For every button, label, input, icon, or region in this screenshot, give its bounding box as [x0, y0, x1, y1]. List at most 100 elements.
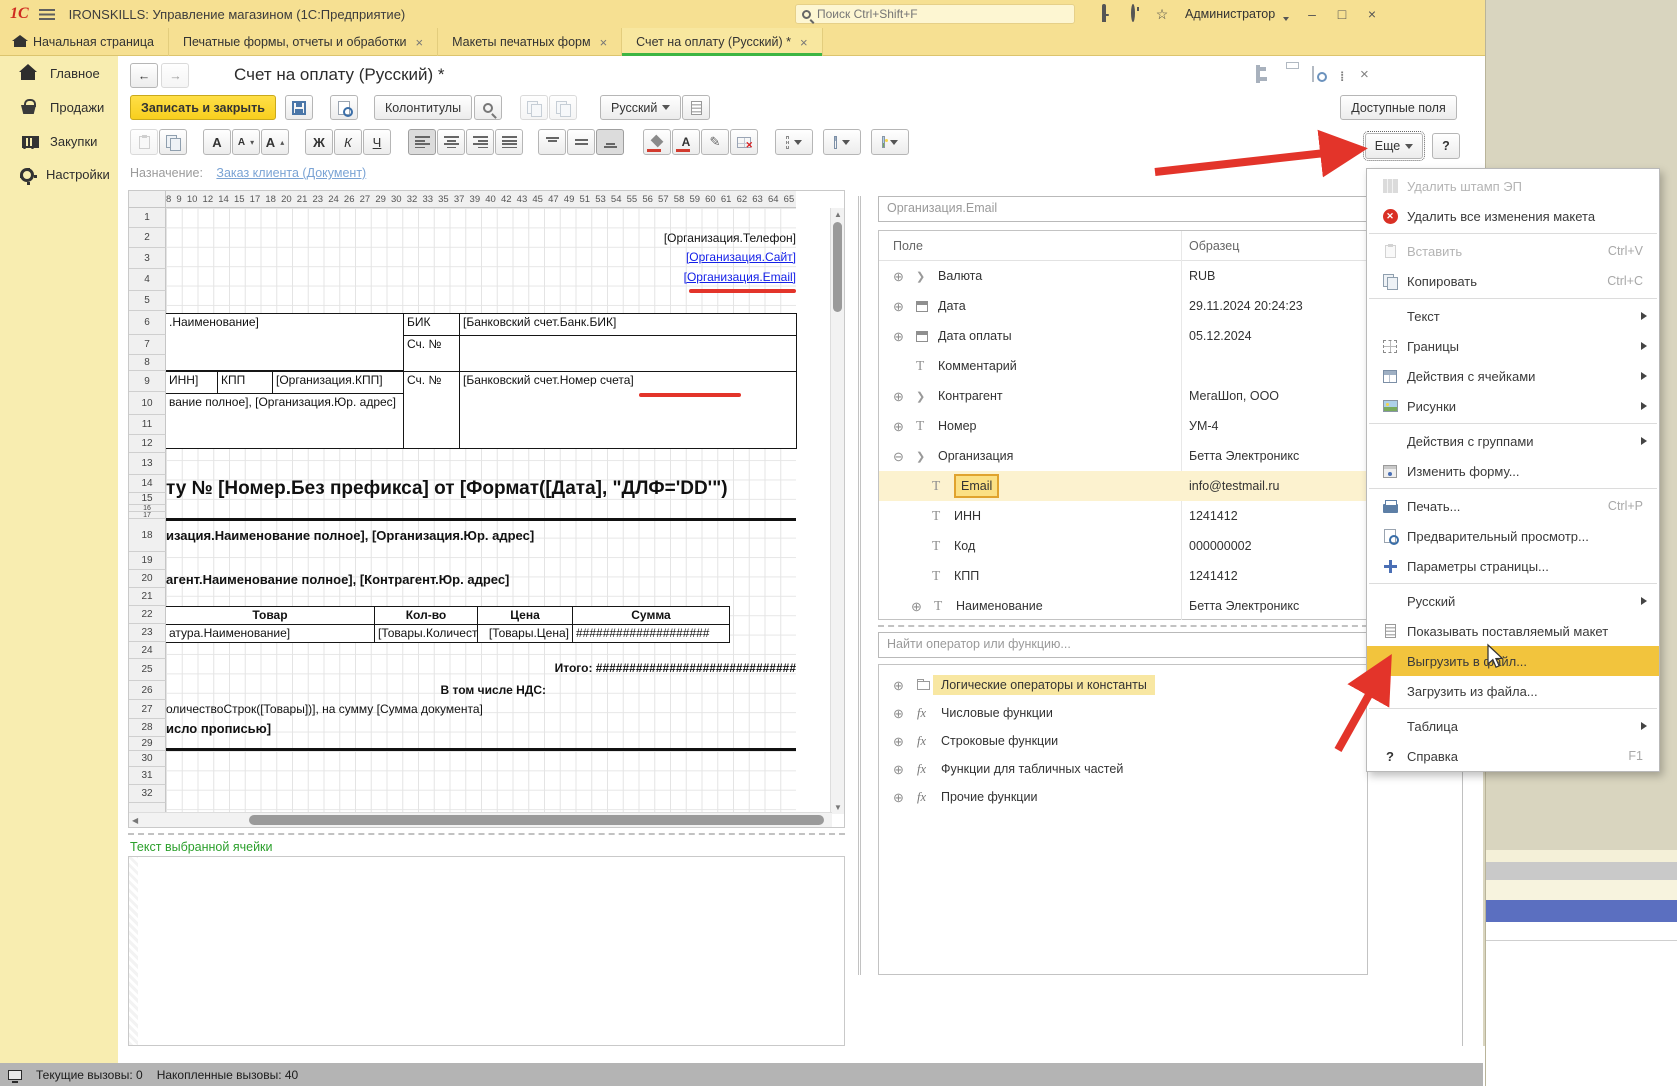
- search-input[interactable]: [817, 7, 1047, 21]
- function-label[interactable]: Логические операторы и константы: [933, 675, 1155, 695]
- field-row-Наименование[interactable]: ⊕TНаименованиеБетта Электроникс: [879, 591, 1367, 621]
- expand-icon[interactable]: ⊕: [893, 763, 904, 776]
- fill-color-icon[interactable]: [643, 129, 671, 155]
- copy-style-button[interactable]: [520, 95, 548, 120]
- menu-item-изменить-форму-[interactable]: Изменить форму...: [1367, 456, 1659, 486]
- expand-icon[interactable]: ⊕: [893, 330, 904, 343]
- sheet-cell-site[interactable]: [Организация.Сайт]: [529, 250, 796, 266]
- collapse-icon[interactable]: ⊖: [893, 450, 904, 463]
- function-search-input[interactable]: Найти оператор или функцию...: [878, 632, 1368, 658]
- field-label[interactable]: Комментарий: [938, 359, 1017, 373]
- bold-button[interactable]: Ж: [305, 129, 333, 155]
- spreadsheet-editor[interactable]: 8 9 10 12 14 15 17 18 20 21 23 24 26 27 …: [128, 190, 845, 828]
- user-name[interactable]: Администратор: [1185, 7, 1275, 21]
- menu-item-предварительный-просмотр-[interactable]: Предварительный просмотр...: [1367, 521, 1659, 551]
- menu-item-копировать[interactable]: КопироватьCtrl+C: [1367, 266, 1659, 296]
- sheet-cell-acc_value[interactable]: [Банковский счет.Номер счета]: [459, 371, 797, 449]
- menu-item-удалить-все-изменения-макета[interactable]: ✕Удалить все изменения макета: [1367, 201, 1659, 231]
- headers-footers-button[interactable]: Колонтитулы: [374, 95, 472, 120]
- menu-item-выгрузить-в-файл-[interactable]: Выгрузить в файл...: [1367, 646, 1659, 676]
- sheet-cell-phone[interactable]: [Организация.Телефон]: [529, 231, 796, 247]
- field-path-input[interactable]: Организация.Email: [878, 196, 1368, 222]
- sheet-cell-doc_title[interactable]: ту № [Номер.Без префикса] от [Формат([Да…: [166, 478, 796, 506]
- sheet-cell-empty[interactable]: [459, 335, 797, 372]
- sheet-cell-h_product[interactable]: Товар: [166, 606, 375, 625]
- field-row-Код[interactable]: TКод000000002: [879, 531, 1367, 561]
- form-more-dots-icon[interactable]: ⁞: [1340, 69, 1360, 87]
- field-label[interactable]: Дата: [938, 299, 966, 313]
- sheet-cell-h_sum[interactable]: Сумма: [572, 606, 730, 625]
- field-row-Дата[interactable]: ⊕Дата29.11.2024 20:24:23: [879, 291, 1367, 321]
- tab-4[interactable]: Счет на оплату (Русский) *×: [622, 28, 822, 56]
- function-label[interactable]: Строковые функции: [941, 734, 1058, 748]
- sidebar-item-2[interactable]: Продажи: [0, 90, 118, 124]
- splitter-horizontal[interactable]: [128, 833, 845, 835]
- expand-icon[interactable]: ⊕: [893, 735, 904, 748]
- sheet-cell-sch2[interactable]: Сч. №: [403, 371, 460, 449]
- field-label[interactable]: Номер: [938, 419, 976, 433]
- sheet-cell-email[interactable]: [Организация.Email]: [529, 270, 796, 286]
- menu-item-параметры-страницы-[interactable]: Параметры страницы...: [1367, 551, 1659, 581]
- language-select[interactable]: Русский: [600, 95, 681, 120]
- form-preview-icon[interactable]: [1312, 67, 1332, 85]
- sheet-cell-name[interactable]: .Наименование]: [166, 313, 404, 371]
- field-row-Email[interactable]: TEmailinfo@testmail.ru: [879, 471, 1367, 501]
- sheet-cell-words[interactable]: исло прописью]: [166, 721, 566, 739]
- field-row-Контрагент[interactable]: ⊕❯КонтрагентМегаШоп, ООО: [879, 381, 1367, 411]
- menu-item-загрузить-из-файла-[interactable]: Загрузить из файла...: [1367, 676, 1659, 706]
- function-label[interactable]: Числовые функции: [941, 706, 1053, 720]
- expand-icon[interactable]: ⊕: [893, 420, 904, 433]
- field-row-Номер[interactable]: ⊕TНомерУМ-4: [879, 411, 1367, 441]
- menu-item-русский[interactable]: Русский: [1367, 586, 1659, 616]
- font-button[interactable]: А: [203, 129, 231, 155]
- nav-back-button[interactable]: ←: [130, 63, 158, 88]
- sheet-cell-h_qty[interactable]: Кол-во: [374, 606, 478, 625]
- preview-button[interactable]: [330, 95, 358, 120]
- sheet-cell-total[interactable]: Итого: ##############################: [389, 661, 796, 678]
- purpose-link[interactable]: Заказ клиента (Документ): [216, 166, 366, 180]
- sidebar-item-3[interactable]: Закупки: [0, 124, 118, 158]
- favorites-icon[interactable]: ☆: [1153, 6, 1171, 22]
- field-row-Комментарий[interactable]: TКомментарий: [879, 351, 1367, 381]
- field-label[interactable]: ИНН: [954, 509, 981, 523]
- tab-2[interactable]: Печатные формы, отчеты и обработки×: [169, 28, 438, 56]
- sheet-cell-kpp[interactable]: КПП: [217, 371, 273, 394]
- sheet-cell-sch[interactable]: Сч. №: [403, 335, 460, 372]
- field-label[interactable]: Наименование: [956, 599, 1043, 613]
- function-row-2[interactable]: ⊕fxЧисловые функции: [879, 699, 1367, 727]
- hamburger-menu-icon[interactable]: [39, 9, 55, 20]
- sheet-horizontal-scrollbar[interactable]: ◀: [129, 812, 832, 827]
- sheet-cell-bik_label[interactable]: БИК: [403, 313, 460, 336]
- horizontal-scroll-thumb[interactable]: [249, 815, 824, 825]
- global-search[interactable]: [795, 4, 1075, 24]
- font-smaller-button[interactable]: А▾: [232, 129, 260, 155]
- expand-icon[interactable]: ⊕: [893, 270, 904, 283]
- valign-bottom-icon[interactable]: [596, 129, 624, 155]
- align-left-icon[interactable]: [408, 129, 436, 155]
- sheet-cell-inn[interactable]: ИНН]: [166, 371, 218, 394]
- field-label[interactable]: Организация: [938, 449, 1013, 463]
- sheet-cell-org_line[interactable]: изация.Наименование полное], [Организаци…: [166, 528, 796, 546]
- available-fields-button[interactable]: Доступные поля: [1340, 95, 1457, 120]
- sidebar-item-1[interactable]: Главное: [0, 56, 118, 90]
- maximize-button[interactable]: □: [1333, 6, 1351, 22]
- underline-button[interactable]: Ч: [363, 129, 391, 155]
- delete-cells-icon[interactable]: [730, 129, 758, 155]
- function-label[interactable]: Прочие функции: [941, 790, 1037, 804]
- sheet-cell-v_price[interactable]: [Товары.Цена]: [477, 624, 573, 643]
- more-button[interactable]: Еще: [1365, 133, 1423, 159]
- function-row-1[interactable]: ⊕Логические операторы и константы: [879, 671, 1367, 699]
- field-label[interactable]: Email: [954, 474, 999, 498]
- save-button[interactable]: [285, 95, 313, 120]
- menu-item-действия-с-ячейками[interactable]: Действия с ячейками: [1367, 361, 1659, 391]
- borders-dropdown[interactable]: [775, 129, 813, 155]
- close-window-button[interactable]: ×: [1363, 6, 1381, 22]
- menu-item-границы[interactable]: Границы: [1367, 331, 1659, 361]
- field-label[interactable]: КПП: [954, 569, 979, 583]
- field-row-КПП[interactable]: TКПП1241412: [879, 561, 1367, 591]
- sheet-cell-vat[interactable]: В том числе НДС:: [266, 683, 546, 700]
- sheet-cell-count_line[interactable]: оличествоСтрок([Товары])], на сумму [Сум…: [166, 702, 666, 719]
- field-row-Организация[interactable]: ⊖❯ОрганизацияБетта Электроникс: [879, 441, 1367, 471]
- valign-middle-icon[interactable]: [567, 129, 595, 155]
- fields-col-field[interactable]: Поле: [893, 239, 923, 253]
